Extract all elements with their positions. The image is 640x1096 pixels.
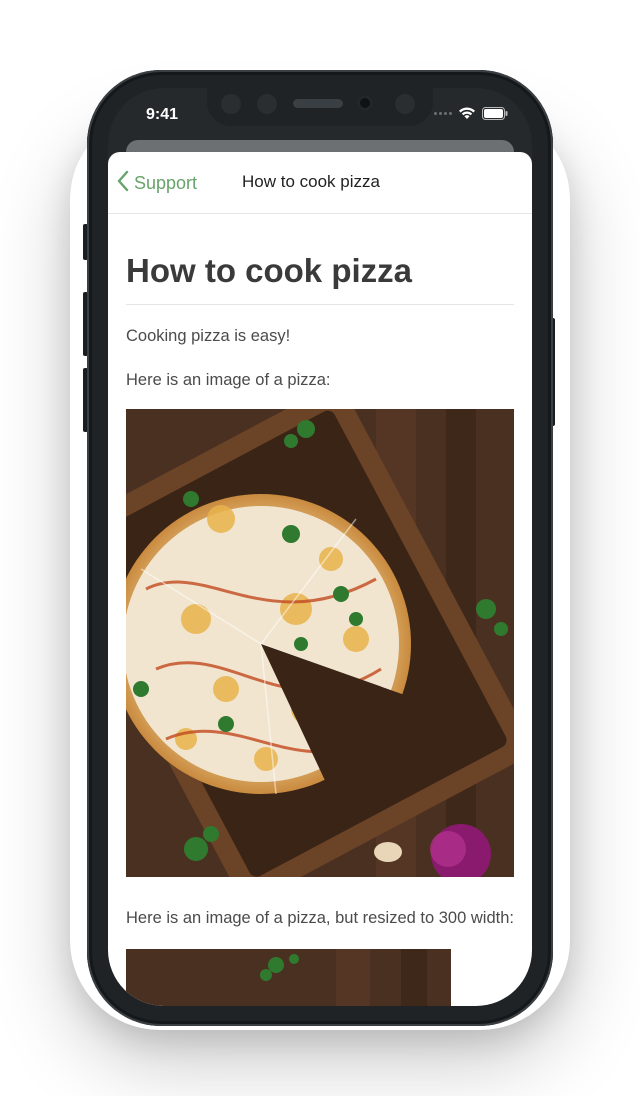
article-title: How to cook pizza [126,214,514,305]
back-button[interactable]: Support [116,170,197,197]
article-paragraph: Here is an image of a pizza: [126,371,331,389]
notch [207,88,433,126]
speaker-grille [293,99,343,108]
pizza-image-resized [126,949,451,1006]
chevron-left-icon [116,170,130,197]
sensor-dot [221,94,241,114]
sensor-dot [395,94,415,114]
signal-icon [434,111,452,115]
screen: 9:41 Support How to cook pizza How to co… [108,88,532,1006]
status-icons [434,106,508,120]
front-camera [357,95,373,111]
battery-icon [482,106,508,120]
status-time: 9:41 [146,106,179,123]
modal-sheet: Support How to cook pizza How to cook pi… [108,152,532,1006]
article-content: How to cook pizza Cooking pizza is easy!… [108,214,532,1006]
back-button-label: Support [134,173,198,193]
wifi-icon [458,106,476,120]
navigation-bar: Support How to cook pizza [108,152,532,214]
sensor-dot [257,94,277,114]
nav-title: How to cook pizza [242,172,380,191]
pizza-image [126,409,514,877]
article-paragraph: Cooking pizza is easy! [126,327,291,345]
article-paragraph: Here is an image of a pizza, but resized… [126,909,514,927]
